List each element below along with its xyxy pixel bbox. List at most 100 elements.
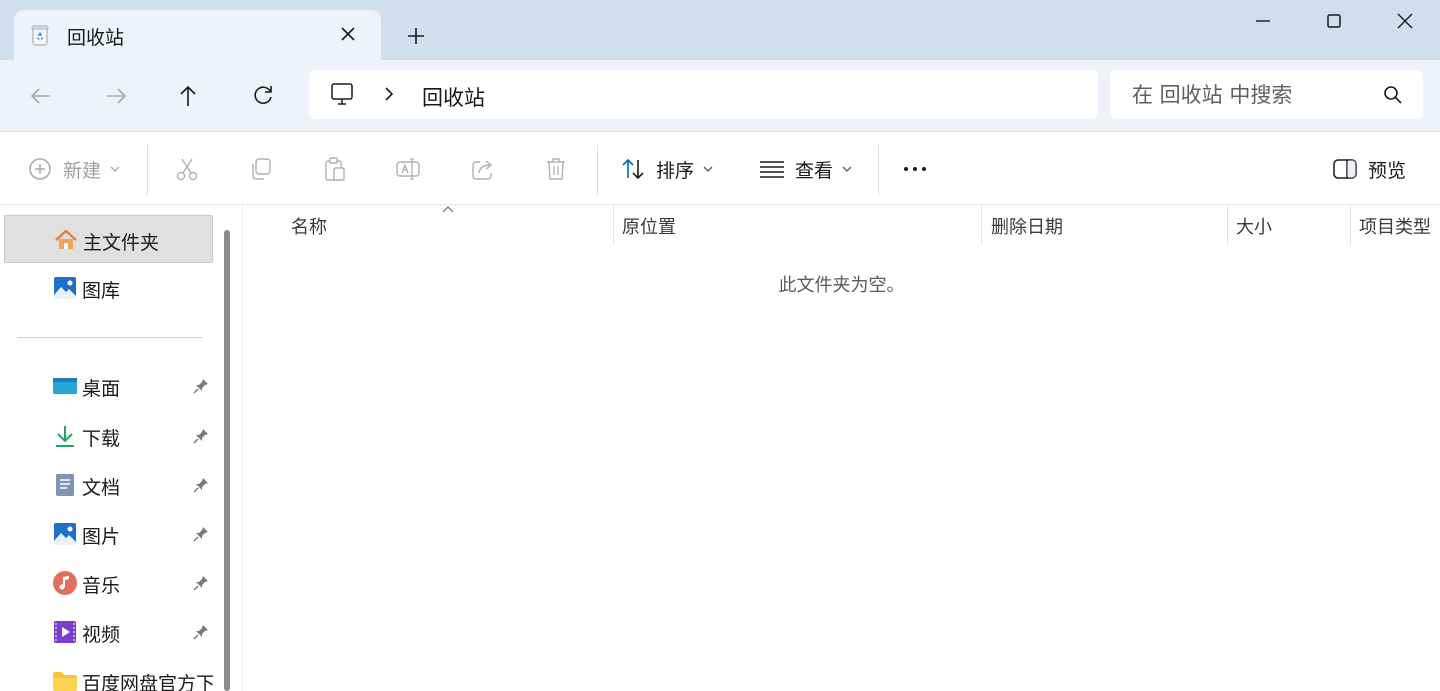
- copy-button[interactable]: [248, 133, 274, 205]
- share-button[interactable]: [470, 133, 496, 205]
- sidebar-item-label: 主文件夹: [83, 232, 160, 254]
- trash-icon: [547, 158, 565, 180]
- maximize-icon[interactable]: [1321, 8, 1347, 34]
- close-icon[interactable]: [336, 22, 360, 46]
- sort-icon: [622, 158, 644, 180]
- file-list: 名称 原位置 删除日期 大小 项目类型 此文件夹为空。: [243, 205, 1440, 691]
- pin-icon[interactable]: [192, 525, 210, 543]
- chevron-down-icon: [110, 166, 120, 172]
- sidebar-item-home[interactable]: 主文件夹: [4, 215, 213, 263]
- share-icon: [472, 160, 493, 180]
- pin-icon[interactable]: [192, 476, 210, 494]
- toolbar-divider: [597, 145, 598, 195]
- sort-button[interactable]: 排序: [620, 133, 714, 205]
- view-label: 查看: [795, 159, 834, 182]
- sort-ascending-icon: [442, 206, 454, 213]
- new-tab-plus-icon[interactable]: [404, 24, 428, 48]
- column-separator[interactable]: [1227, 205, 1228, 245]
- download-icon: [56, 426, 74, 447]
- sidebar-item-label: 百度网盘官方下载: [82, 673, 213, 691]
- forward-arrow-icon[interactable]: [102, 82, 130, 110]
- home-icon: [55, 229, 77, 249]
- search-icon[interactable]: [1382, 84, 1404, 106]
- sidebar-item-gallery[interactable]: 图库: [4, 264, 213, 312]
- sidebar-item-pictures[interactable]: 图片: [4, 510, 213, 558]
- music-icon: [53, 571, 77, 595]
- tab-title: 回收站: [67, 27, 125, 49]
- column-header-date-deleted[interactable]: 删除日期: [991, 213, 1063, 239]
- chevron-down-icon: [842, 166, 852, 172]
- search-input[interactable]: [1110, 70, 1423, 119]
- more-icon: [904, 167, 926, 171]
- sidebar-item-label: 下载: [82, 428, 121, 450]
- delete-button[interactable]: [543, 133, 569, 205]
- gallery-icon: [54, 277, 76, 299]
- desktop-icon: [53, 378, 77, 394]
- breadcrumb-current[interactable]: 回收站: [422, 82, 485, 112]
- sidebar-divider: [17, 337, 202, 338]
- column-header-item-type[interactable]: 项目类型: [1359, 213, 1431, 239]
- empty-folder-message: 此文件夹为空。: [778, 275, 905, 296]
- column-separator[interactable]: [1350, 205, 1351, 245]
- refresh-icon[interactable]: [249, 82, 277, 110]
- pin-icon[interactable]: [192, 427, 210, 445]
- sort-label: 排序: [656, 159, 695, 182]
- up-arrow-icon[interactable]: [174, 82, 202, 110]
- sidebar-item-label: 桌面: [82, 378, 121, 400]
- video-icon: [54, 621, 76, 643]
- folder-icon: [53, 672, 77, 691]
- recycle-bin-icon: [31, 25, 49, 46]
- scissors-icon: [176, 158, 198, 181]
- list-view-icon: [760, 161, 784, 178]
- sidebar-item-label: 视频: [82, 624, 121, 646]
- rename-button[interactable]: [395, 133, 421, 205]
- command-bar: 新建 排序 查看 预览: [0, 133, 1440, 205]
- new-button[interactable]: 新建: [27, 133, 121, 205]
- sidebar-scrollbar[interactable]: [224, 230, 230, 691]
- clipboard-icon: [325, 157, 345, 181]
- sidebar-item-documents[interactable]: 文档: [4, 461, 213, 509]
- sidebar-item-label: 图片: [82, 526, 121, 548]
- column-header-original-location[interactable]: 原位置: [622, 213, 676, 239]
- back-arrow-icon[interactable]: [27, 82, 55, 110]
- preview-label: 预览: [1368, 159, 1407, 182]
- computer-icon[interactable]: [329, 81, 355, 107]
- navigation-pane: 主文件夹 图库 桌面 下载 文档 图片 音乐 视频 百度网盘官方下: [0, 205, 232, 691]
- document-icon: [56, 474, 74, 496]
- copy-icon: [252, 158, 271, 180]
- new-label: 新建: [63, 159, 102, 182]
- column-header-name[interactable]: 名称: [291, 213, 327, 239]
- pin-icon[interactable]: [192, 623, 210, 641]
- preview-button[interactable]: 预览: [1332, 133, 1406, 205]
- column-separator[interactable]: [981, 205, 982, 245]
- tab-recycle-bin[interactable]: 回收站: [14, 10, 381, 60]
- sidebar-item-label: 图库: [82, 280, 121, 302]
- title-bar: 回收站: [0, 0, 1440, 60]
- chevron-down-icon: [703, 166, 713, 172]
- paste-button[interactable]: [322, 133, 348, 205]
- toolbar-divider: [878, 145, 879, 195]
- sidebar-item-downloads[interactable]: 下载: [4, 412, 213, 460]
- sidebar-item-music[interactable]: 音乐: [4, 559, 213, 607]
- pictures-icon: [54, 523, 76, 545]
- sidebar-item-desktop[interactable]: 桌面: [4, 362, 213, 410]
- column-header-size[interactable]: 大小: [1236, 213, 1272, 239]
- toolbar-divider: [147, 145, 148, 195]
- view-button[interactable]: 查看: [759, 133, 853, 205]
- rename-icon: [396, 158, 420, 180]
- pin-icon[interactable]: [192, 377, 210, 395]
- sidebar-item-videos[interactable]: 视频: [4, 608, 213, 656]
- sidebar-item-baidu-folder[interactable]: 百度网盘官方下载: [4, 657, 213, 691]
- add-circle-icon: [29, 158, 51, 180]
- more-options-button[interactable]: [902, 133, 928, 205]
- window-close-icon[interactable]: [1392, 8, 1418, 34]
- cut-button[interactable]: [174, 133, 200, 205]
- sidebar-item-label: 音乐: [82, 575, 121, 597]
- column-separator[interactable]: [613, 205, 614, 245]
- preview-pane-icon: [1333, 159, 1357, 179]
- chevron-right-icon[interactable]: [379, 84, 399, 104]
- pin-icon[interactable]: [192, 574, 210, 592]
- address-bar[interactable]: 回收站: [309, 70, 1098, 119]
- sidebar-item-label: 文档: [82, 477, 121, 499]
- minimize-icon[interactable]: [1250, 8, 1276, 34]
